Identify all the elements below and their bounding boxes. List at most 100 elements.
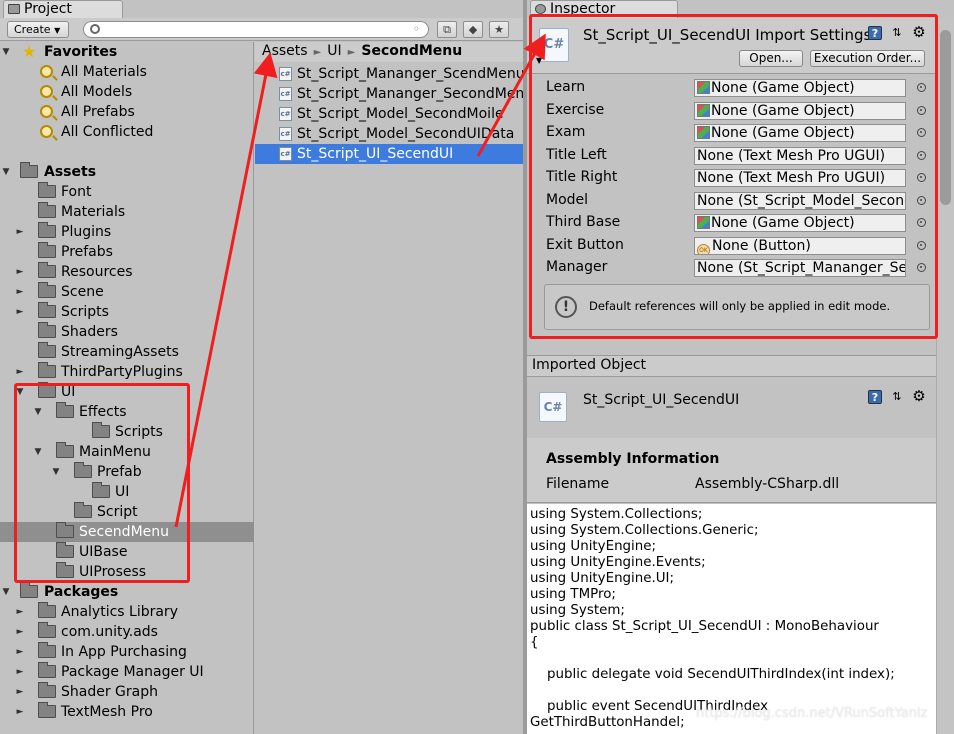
object-field[interactable]: None (St_Script_Mananger_SecondMenu) — [694, 259, 906, 277]
tree-item[interactable]: ► ThirdPartyPlugins — [0, 362, 254, 382]
tree-item[interactable]: StreamingAssets — [0, 342, 254, 362]
header-foldout-icon[interactable]: ▼ — [536, 56, 542, 65]
tree-item[interactable]: Shaders — [0, 322, 254, 342]
help-icon[interactable]: ? — [868, 390, 882, 404]
collapsed-arrow-icon[interactable]: ► — [14, 262, 26, 282]
tree-item[interactable]: Script — [0, 502, 254, 522]
object-field[interactable]: None (Game Object) — [694, 214, 906, 232]
preset-icon[interactable]: ⇅ — [890, 26, 904, 40]
tree-item[interactable]: ▼ Assets — [0, 162, 254, 182]
collapsed-arrow-icon[interactable]: ► — [14, 682, 26, 702]
tree-item-label: Font — [61, 184, 92, 200]
tree-item[interactable]: ► Resources — [0, 262, 254, 282]
search-by-type-icon[interactable]: ⧉ — [437, 21, 457, 38]
object-field[interactable]: None (Game Object) — [694, 79, 906, 97]
collapsed-arrow-icon[interactable]: ► — [14, 222, 26, 242]
object-picker-icon[interactable] — [917, 218, 926, 227]
tree-item[interactable]: ► Plugins — [0, 222, 254, 242]
object-field[interactable]: None (Text Mesh Pro UGUI) — [694, 146, 906, 165]
collapsed-arrow-icon[interactable]: ► — [14, 622, 26, 642]
search-input[interactable]: ◦ — [83, 21, 429, 38]
favorite-star-icon[interactable]: ★ — [489, 21, 509, 38]
help-icon[interactable]: ? — [868, 26, 882, 40]
expanded-arrow-icon[interactable]: ▼ — [32, 442, 44, 462]
file-item[interactable]: c# St_Script_Model_SecondMoile — [255, 104, 523, 124]
tree-item[interactable]: Scripts — [0, 422, 254, 442]
search-by-label-icon[interactable]: ◆ — [463, 21, 483, 38]
tree-item[interactable]: ► In App Purchasing — [0, 642, 254, 662]
tree-item[interactable]: ▼ Effects — [0, 402, 254, 422]
expanded-arrow-icon[interactable]: ▼ — [0, 582, 12, 602]
tree-item[interactable]: ► Package Manager UI — [0, 662, 254, 682]
tree-item[interactable]: ► Scripts — [0, 302, 254, 322]
collapsed-arrow-icon[interactable]: ► — [14, 302, 26, 322]
collapsed-arrow-icon[interactable]: ► — [14, 662, 26, 682]
tree-item[interactable]: UIBase — [0, 542, 254, 562]
object-picker-icon[interactable] — [917, 128, 926, 137]
file-item[interactable]: c# St_Script_Mananger_ScendMenu — [255, 64, 523, 84]
tree-item[interactable]: ▼ ★ Favorites — [0, 42, 254, 62]
tree-item[interactable]: ► com.unity.ads — [0, 622, 254, 642]
object-field-value: None (Game Object) — [711, 102, 855, 119]
breadcrumb-assets[interactable]: Assets — [262, 43, 308, 59]
file-item[interactable]: c# St_Script_Mananger_SecondMenu — [255, 84, 523, 104]
search-icon — [90, 24, 100, 34]
object-field[interactable]: None (Game Object) — [694, 124, 906, 142]
expanded-arrow-icon[interactable]: ▼ — [14, 382, 26, 402]
file-item[interactable]: c# St_Script_UI_SecendUI — [255, 144, 523, 164]
tree-item[interactable]: All Materials — [0, 62, 254, 82]
tree-item[interactable]: All Prefabs — [0, 102, 254, 122]
tree-item[interactable]: UIProsess — [0, 562, 254, 582]
collapsed-arrow-icon[interactable]: ► — [14, 282, 26, 302]
tree-item[interactable]: ▼ Prefab — [0, 462, 254, 482]
tree-item[interactable]: ► Scene — [0, 282, 254, 302]
open-button[interactable]: Open... — [739, 50, 803, 67]
tree-item[interactable]: ► TextMesh Pro — [0, 702, 254, 722]
tree-item[interactable]: Font — [0, 182, 254, 202]
object-field[interactable]: OK None (Button) — [694, 236, 906, 255]
tree-item[interactable]: SecendMenu — [0, 522, 254, 542]
clear-search-icon[interactable]: ◦ — [413, 22, 420, 37]
tree-item[interactable]: All Conflicted — [0, 122, 254, 142]
folder-icon — [38, 342, 56, 358]
tree-item[interactable]: All Models — [0, 82, 254, 102]
gear-icon[interactable]: ⚙ — [912, 389, 926, 404]
collapsed-arrow-icon[interactable]: ► — [14, 702, 26, 722]
gear-icon[interactable]: ⚙ — [912, 25, 926, 40]
object-picker-icon[interactable] — [917, 173, 926, 182]
object-field[interactable]: None (Text Mesh Pro UGUI) — [694, 169, 906, 187]
inspector-tab[interactable]: Inspector — [530, 0, 678, 18]
object-field[interactable]: None (Game Object) — [694, 101, 906, 120]
object-picker-icon[interactable] — [917, 195, 926, 205]
create-button[interactable]: Create ▼ — [7, 21, 69, 38]
tree-item[interactable]: ▼ MainMenu — [0, 442, 254, 462]
collapsed-arrow-icon[interactable]: ► — [14, 362, 26, 382]
file-item[interactable]: c# St_Script_Model_SecondUIData — [255, 124, 523, 144]
object-picker-icon[interactable] — [917, 105, 926, 115]
collapsed-arrow-icon[interactable]: ► — [14, 642, 26, 662]
object-picker-icon[interactable] — [917, 83, 926, 92]
tree-item[interactable]: UI — [0, 482, 254, 502]
breadcrumb-ui[interactable]: UI — [327, 43, 341, 59]
expanded-arrow-icon[interactable]: ▼ — [0, 162, 12, 182]
preset-icon[interactable]: ⇅ — [890, 390, 904, 404]
object-picker-icon[interactable] — [917, 263, 926, 272]
breadcrumb-current[interactable]: SecondMenu — [361, 43, 462, 59]
tree-item[interactable]: ▼ UI — [0, 382, 254, 402]
object-picker-icon[interactable] — [917, 150, 926, 160]
tree-item[interactable]: Materials — [0, 202, 254, 222]
inspector-scrollbar[interactable] — [936, 18, 954, 734]
expanded-arrow-icon[interactable]: ▼ — [0, 42, 12, 62]
tree-item[interactable]: ► Analytics Library — [0, 602, 254, 622]
project-tab[interactable]: Project — [3, 0, 123, 18]
object-picker-icon[interactable] — [917, 240, 926, 250]
scrollbar-thumb[interactable] — [940, 30, 951, 205]
expanded-arrow-icon[interactable]: ▼ — [32, 402, 44, 422]
object-field[interactable]: None (St_Script_Model_SecondMoile) — [694, 191, 906, 210]
tree-item[interactable]: ▼ Packages — [0, 582, 254, 602]
execution-order-button[interactable]: Execution Order... — [810, 50, 925, 67]
collapsed-arrow-icon[interactable]: ► — [14, 602, 26, 622]
tree-item[interactable]: Prefabs — [0, 242, 254, 262]
expanded-arrow-icon[interactable]: ▼ — [50, 462, 62, 482]
tree-item[interactable]: ► Shader Graph — [0, 682, 254, 702]
